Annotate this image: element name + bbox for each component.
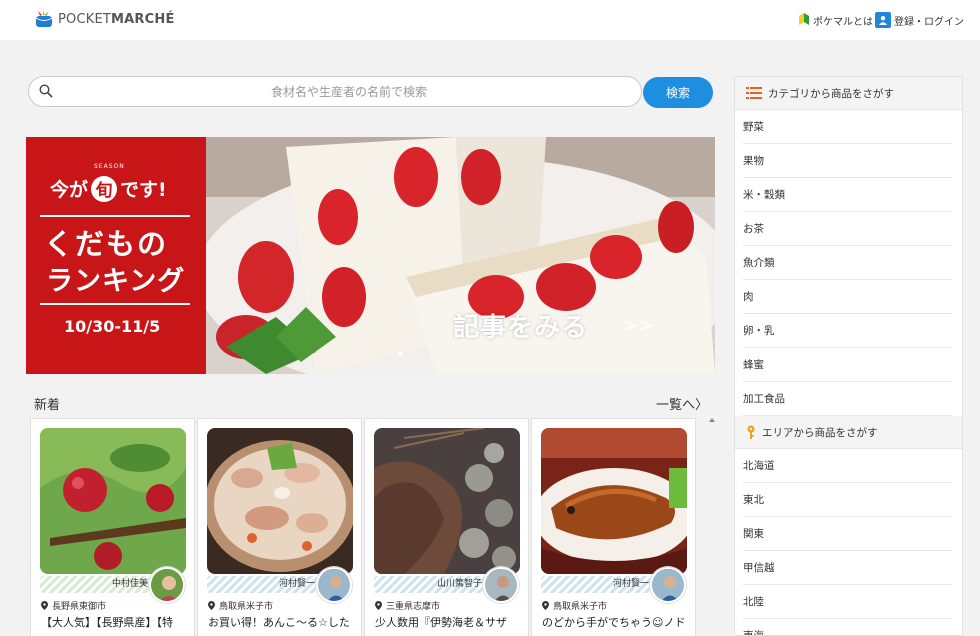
location-pin-icon (208, 601, 215, 610)
area-heading: エリアから商品をさがす (735, 416, 962, 449)
producer-name: 中村佳美 (40, 576, 160, 593)
see-all-link[interactable]: 一覧へ〉 (656, 394, 708, 413)
product-title[interactable]: 【大人気】【長野県産】【特 (41, 615, 189, 631)
scroll-up-arrow-icon[interactable] (709, 418, 715, 422)
about-link[interactable]: ポケマルとは (798, 12, 873, 29)
banner-title-line1: くだもの (44, 227, 169, 261)
producer-name: 河村賢一 (207, 576, 327, 593)
sidebar-item-rice-grains[interactable]: 米・穀類 (743, 178, 952, 212)
logo-wordmark[interactable]: POCKETMARCHÉ (58, 12, 175, 27)
location: 鳥取県米子市 (542, 599, 607, 612)
location-label: 長野県東御市 (52, 602, 107, 612)
banner-divider (40, 215, 190, 217)
search-input[interactable] (69, 77, 629, 106)
season-suffix: です! (120, 179, 167, 201)
sidebar-item-tohoku[interactable]: 東北 (743, 483, 952, 517)
category-heading-label: カテゴリから商品をさがす (768, 87, 894, 100)
search-button[interactable]: 検索 (643, 77, 713, 108)
season-prefix: 今が (50, 179, 89, 201)
area-heading-label: エリアから商品をさがす (762, 426, 878, 439)
sidebar-item-tokai[interactable]: 東海 (743, 619, 952, 635)
about-link-label: ポケマルとは (813, 17, 873, 28)
search-bar (28, 76, 642, 107)
key-icon (747, 425, 755, 439)
producer-avatar[interactable] (316, 567, 352, 603)
sidebar-item-fruits[interactable]: 果物 (743, 144, 952, 178)
top-header: POCKETMARCHÉ ポケマルとは 登録・ログイン (0, 0, 980, 40)
pocket-marche-logo-icon[interactable] (34, 9, 54, 29)
new-arrivals-title: 新着 (34, 398, 61, 413)
product-title[interactable]: 少人数用『伊勢海老＆サザ (375, 615, 523, 631)
product-title[interactable]: お買い得！あんこ〜る☆した (208, 615, 356, 631)
product-card[interactable]: 河村賢一 鳥取県米子市 お買い得！あんこ〜る☆した (197, 418, 362, 636)
list-icon (746, 87, 762, 99)
banner-divider (40, 303, 190, 305)
login-link[interactable]: 登録・ログイン (875, 12, 964, 28)
product-image-apples (40, 428, 186, 574)
location: 長野県東御市 (41, 599, 106, 612)
sidebar-item-processed-food[interactable]: 加工食品 (743, 382, 952, 416)
sidebar-item-eggs-dairy[interactable]: 卵・乳 (743, 314, 952, 348)
login-link-label: 登録・ログイン (894, 16, 964, 28)
beginner-leaf-icon (798, 12, 810, 29)
product-card[interactable]: 山川篤智子 三重県志摩市 少人数用『伊勢海老＆サザ (364, 418, 529, 636)
product-card[interactable]: 河村賢一 鳥取県米子市 のどから手がでちゃう☺ノド (531, 418, 696, 636)
producer-avatar[interactable] (650, 567, 686, 603)
read-article-link[interactable]: 記事をみる (453, 307, 588, 344)
season-char: 旬 (91, 175, 118, 202)
location: 三重県志摩市 (375, 599, 440, 612)
read-article-arrow: >> (623, 315, 654, 336)
location: 鳥取県米子市 (208, 599, 273, 612)
sidebar-item-koshinetsu[interactable]: 甲信越 (743, 551, 952, 585)
sidebar-item-tea[interactable]: お茶 (743, 212, 952, 246)
user-icon (875, 12, 891, 28)
sidebar-item-vegetables[interactable]: 野菜 (743, 110, 952, 144)
category-heading: カテゴリから商品をさがす (735, 77, 962, 110)
season-tag: SEASON (94, 163, 125, 170)
location-label: 鳥取県米子市 (219, 602, 274, 612)
producer-name: 河村賢一 (541, 576, 661, 593)
sidebar-item-meat[interactable]: 肉 (743, 280, 952, 314)
location-pin-icon (542, 601, 549, 610)
producer-avatar[interactable] (149, 567, 185, 603)
product-card[interactable]: 中村佳美 長野県東御市 【大人気】【長野県産】【特 (30, 418, 195, 636)
product-image-anglerfish-hotpot (207, 428, 353, 574)
location-pin-icon (375, 601, 382, 610)
product-image-simmered-fish (541, 428, 687, 574)
sidebar-item-hokkaido[interactable]: 北海道 (743, 449, 952, 483)
producer-avatar[interactable] (483, 567, 519, 603)
season-headline: 今が 旬 です! (50, 175, 167, 202)
banner-red-panel: SEASON 今が 旬 です! くだもの ランキング 10/30-11/5 (26, 137, 206, 374)
product-title[interactable]: のどから手がでちゃう☺ノド (542, 615, 690, 631)
location-label: 三重県志摩市 (386, 602, 441, 612)
search-icon (39, 84, 53, 98)
location-pin-icon (41, 601, 48, 610)
product-image-lobster-turban-shell (374, 428, 520, 574)
banner-dates: 10/30-11/5 (64, 317, 161, 336)
banner-title-line2: ランキング (46, 266, 186, 297)
producer-name: 山川篤智子 (374, 576, 494, 593)
sidebar-item-seafood[interactable]: 魚介類 (743, 246, 952, 280)
sidebar-item-hokuriku[interactable]: 北陸 (743, 585, 952, 619)
sidebar-item-kanto[interactable]: 関東 (743, 517, 952, 551)
feature-banner[interactable]: SEASON 今が 旬 です! くだもの ランキング 10/30-11/5 記事… (26, 137, 715, 374)
location-label: 鳥取県米子市 (553, 602, 608, 612)
category-sidebar: カテゴリから商品をさがす 野菜 果物 米・穀類 お茶 魚介類 肉 卵・乳 蜂蜜 … (734, 76, 963, 636)
sidebar-item-honey[interactable]: 蜂蜜 (743, 348, 952, 382)
carousel-dot[interactable] (398, 351, 403, 356)
